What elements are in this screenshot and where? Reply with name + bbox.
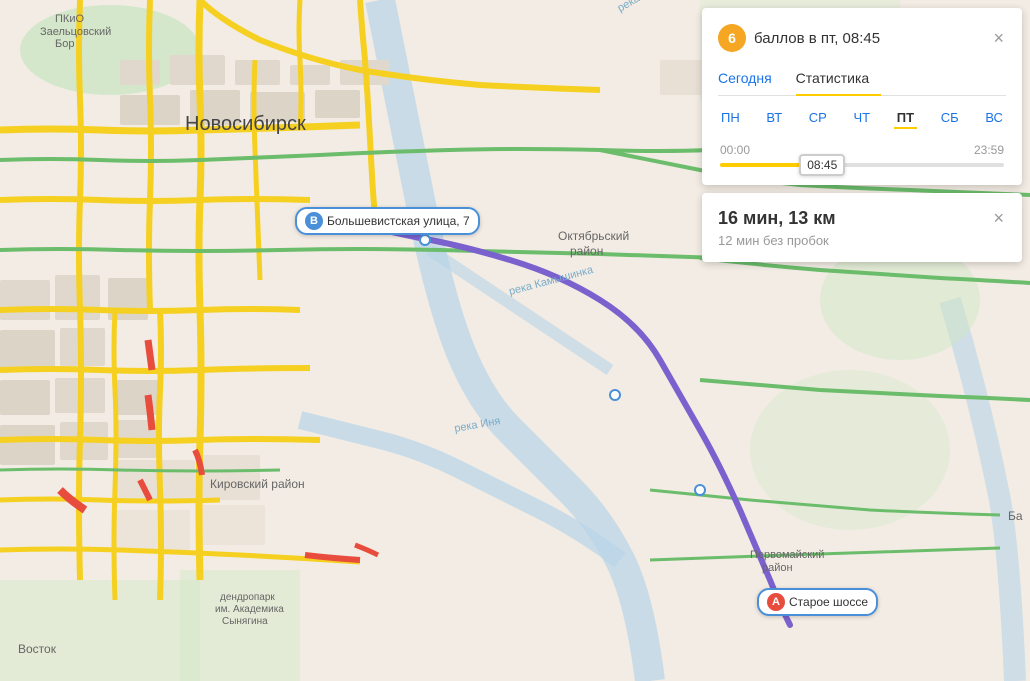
tab-statistics[interactable]: Статистика — [796, 64, 882, 96]
traffic-close-button[interactable]: × — [991, 27, 1006, 49]
day-sat[interactable]: СБ — [938, 108, 962, 129]
day-tue[interactable]: ВТ — [763, 108, 785, 129]
svg-text:Ба: Ба — [1008, 509, 1023, 523]
marker-a-text: Старое шоссе — [789, 595, 868, 609]
svg-text:Бор: Бор — [55, 38, 74, 50]
marker-a: А Старое шоссе — [757, 588, 878, 616]
svg-text:Новосибирск: Новосибирск — [185, 113, 306, 135]
time-start-label: 00:00 — [720, 143, 750, 157]
svg-text:Кировский район: Кировский район — [210, 477, 305, 491]
day-thu[interactable]: ЧТ — [851, 108, 874, 129]
route-header: 16 мин, 13 км × — [718, 207, 1006, 229]
svg-text:Восток: Восток — [18, 642, 57, 656]
tabs-row: Сегодня Статистика — [718, 64, 1006, 96]
marker-b: В Большевистская улица, 7 — [295, 207, 480, 235]
slider-thumb[interactable]: 08:45 — [799, 154, 845, 176]
route-panel: 16 мин, 13 км × 12 мин без пробок — [702, 193, 1022, 262]
time-slider-container: 00:00 23:59 08:45 — [718, 143, 1006, 167]
traffic-title-text: баллов в пт, 08:45 — [754, 30, 880, 47]
time-labels: 00:00 23:59 — [720, 143, 1004, 157]
svg-text:ПКиО: ПКиО — [55, 13, 84, 25]
route-close-button[interactable]: × — [991, 207, 1006, 229]
marker-badge-a: А — [767, 593, 785, 611]
slider-track[interactable]: 08:45 — [720, 163, 1004, 167]
route-no-traffic: 12 мин без пробок — [718, 233, 1006, 248]
svg-text:Октябрьский: Октябрьский — [558, 229, 629, 243]
marker-b-text: Большевистская улица, 7 — [327, 214, 470, 228]
day-sun[interactable]: ВС — [982, 108, 1006, 129]
svg-text:Первомайский: Первомайский — [750, 549, 824, 561]
svg-text:район: район — [570, 244, 603, 258]
marker-badge-b: В — [305, 212, 323, 230]
route-duration: 16 мин, 13 км — [718, 208, 836, 229]
day-wed[interactable]: СР — [806, 108, 830, 129]
traffic-panel: 6 баллов в пт, 08:45 × Сегодня Статистик… — [702, 8, 1022, 185]
svg-text:дендропарк: дендропарк — [220, 592, 275, 603]
svg-text:район: район — [762, 562, 793, 574]
svg-text:Сынягина: Сынягина — [222, 616, 268, 627]
svg-text:им. Академика: им. Академика — [215, 604, 284, 615]
day-selector: ПН ВТ СР ЧТ ПТ СБ ВС — [718, 108, 1006, 129]
traffic-header: 6 баллов в пт, 08:45 × — [718, 24, 1006, 52]
map-container: ПКиО Заельцовский Бор Новосибирск Октябр… — [0, 0, 1030, 681]
traffic-score-badge: 6 — [718, 24, 746, 52]
traffic-title-row: 6 баллов в пт, 08:45 — [718, 24, 880, 52]
day-fri[interactable]: ПТ — [894, 108, 917, 129]
day-mon[interactable]: ПН — [718, 108, 743, 129]
tab-today[interactable]: Сегодня — [718, 64, 784, 96]
svg-text:Заельцовский: Заельцовский — [40, 26, 111, 38]
time-end-label: 23:59 — [974, 143, 1004, 157]
